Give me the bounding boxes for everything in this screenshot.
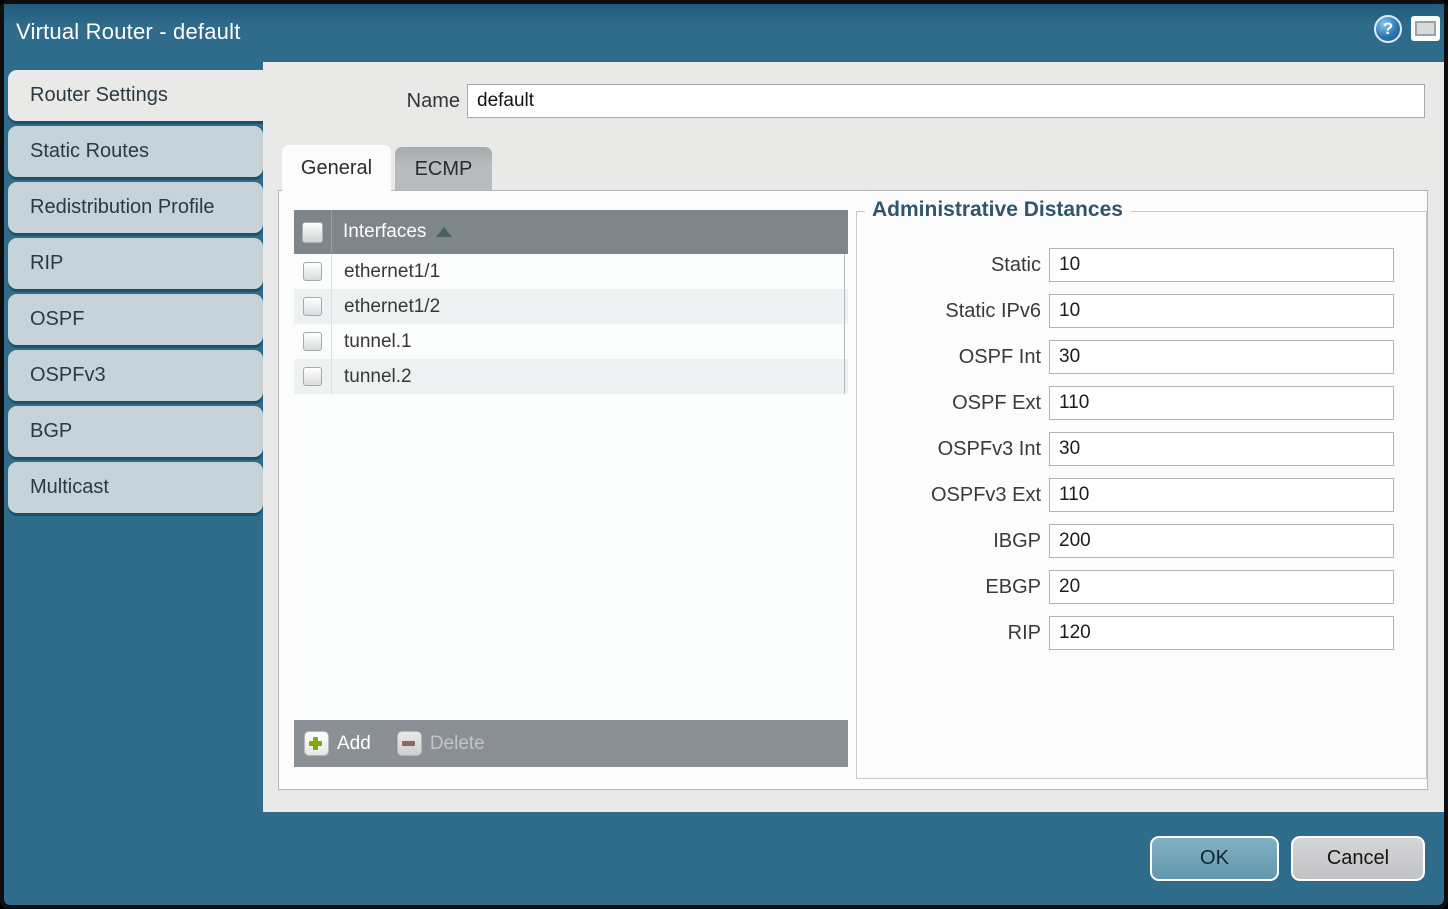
ospfv3-ext-distance-input[interactable] (1049, 478, 1394, 512)
name-label: Name (350, 84, 460, 118)
static-distance-input[interactable] (1049, 248, 1394, 282)
add-icon (304, 731, 329, 756)
field-label: EBGP (857, 576, 1041, 599)
select-all-checkbox[interactable] (302, 222, 323, 243)
help-icon[interactable]: ? (1374, 15, 1402, 43)
admin-distance-row: Static IPv6 (857, 294, 1426, 328)
virtual-router-dialog: Virtual Router - default ? Router Settin… (0, 0, 1448, 909)
tab-general[interactable]: General (282, 145, 391, 192)
select-all-cell (294, 210, 332, 254)
sidebar-item-static-routes[interactable]: Static Routes (8, 126, 263, 177)
add-button-label: Add (337, 733, 371, 755)
field-label: OSPFv3 Int (857, 438, 1041, 461)
admin-distance-row: Static (857, 248, 1426, 282)
ibgp-distance-input[interactable] (1049, 524, 1394, 558)
sidebar: Router Settings Static Routes Redistribu… (8, 70, 263, 518)
titlebar: Virtual Router - default (4, 4, 1444, 62)
ospfv3-int-distance-input[interactable] (1049, 432, 1394, 466)
admin-distances-fieldset: Administrative Distances Static Static I… (856, 211, 1427, 779)
interface-label: tunnel.1 (344, 331, 412, 353)
field-label: OSPF Ext (857, 392, 1041, 415)
add-button[interactable]: Add (304, 731, 371, 756)
interface-label: ethernet1/1 (344, 261, 440, 283)
row-checkbox[interactable] (303, 262, 322, 281)
row-checkbox[interactable] (303, 332, 322, 351)
interfaces-column-header[interactable]: Interfaces (294, 210, 848, 254)
field-label: OSPFv3 Ext (857, 484, 1041, 507)
table-row[interactable]: ethernet1/2 (294, 289, 848, 324)
window-restore-icon[interactable] (1411, 16, 1440, 41)
ospf-int-distance-input[interactable] (1049, 340, 1394, 374)
sidebar-item-redistribution-profile[interactable]: Redistribution Profile (8, 182, 263, 233)
sidebar-item-rip[interactable]: RIP (8, 238, 263, 289)
delete-button-label: Delete (430, 733, 485, 755)
row-checkbox[interactable] (303, 367, 322, 386)
table-row[interactable]: tunnel.1 (294, 324, 848, 359)
admin-distance-row: OSPF Ext (857, 386, 1426, 420)
ok-button[interactable]: OK (1150, 836, 1279, 881)
admin-distance-row: OSPFv3 Ext (857, 478, 1426, 512)
dialog-title: Virtual Router - default (16, 19, 241, 45)
rip-distance-input[interactable] (1049, 616, 1394, 650)
interface-label: tunnel.2 (344, 366, 412, 388)
ebgp-distance-input[interactable] (1049, 570, 1394, 604)
interfaces-table: Interfaces ethernet1/1 ethernet1/2 tu (294, 210, 848, 767)
ospf-ext-distance-input[interactable] (1049, 386, 1394, 420)
name-input[interactable] (467, 84, 1425, 118)
cancel-button[interactable]: Cancel (1291, 836, 1425, 881)
sidebar-item-ospfv3[interactable]: OSPFv3 (8, 350, 263, 401)
field-label: OSPF Int (857, 346, 1041, 369)
row-checkbox[interactable] (303, 297, 322, 316)
general-tab-panel: Interfaces ethernet1/1 ethernet1/2 tu (278, 190, 1428, 790)
admin-distance-row: RIP (857, 616, 1426, 650)
interface-label: ethernet1/2 (344, 296, 440, 318)
admin-distance-row: OSPF Int (857, 340, 1426, 374)
sidebar-item-router-settings[interactable]: Router Settings (8, 70, 263, 121)
table-scroll-edge (844, 254, 845, 394)
field-label: Static IPv6 (857, 300, 1041, 323)
field-label: RIP (857, 622, 1041, 645)
window-restore-glyph (1415, 21, 1436, 36)
interfaces-header-label: Interfaces (343, 221, 426, 243)
delete-icon (397, 731, 422, 756)
admin-distance-row: OSPFv3 Int (857, 432, 1426, 466)
table-row[interactable]: ethernet1/1 (294, 254, 848, 289)
table-row[interactable]: tunnel.2 (294, 359, 848, 394)
delete-button[interactable]: Delete (397, 731, 485, 756)
field-label: Static (857, 254, 1041, 277)
sidebar-item-bgp[interactable]: BGP (8, 406, 263, 457)
admin-distance-row: EBGP (857, 570, 1426, 604)
admin-distance-row: IBGP (857, 524, 1426, 558)
tab-ecmp[interactable]: ECMP (395, 147, 492, 190)
sort-ascending-icon (436, 227, 452, 237)
static-ipv6-distance-input[interactable] (1049, 294, 1394, 328)
sidebar-item-ospf[interactable]: OSPF (8, 294, 263, 345)
table-footer-bar: Add Delete (294, 720, 848, 767)
sidebar-item-multicast[interactable]: Multicast (8, 462, 263, 513)
admin-distances-legend: Administrative Distances (865, 198, 1130, 222)
field-label: IBGP (857, 530, 1041, 553)
